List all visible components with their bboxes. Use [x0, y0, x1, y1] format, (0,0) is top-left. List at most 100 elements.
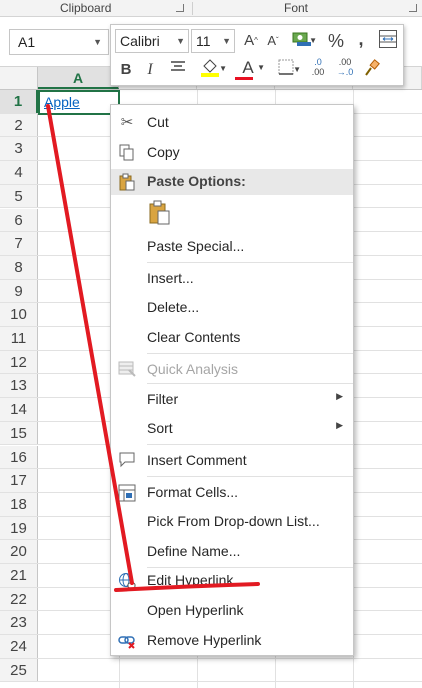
cell-a1-hyperlink[interactable]: Apple [44, 94, 80, 110]
menu-item-label: Sort [147, 420, 173, 436]
copy-icon [117, 144, 137, 162]
row-header[interactable]: 7 [0, 232, 38, 255]
font-size-value: 11 [196, 33, 211, 49]
row-header[interactable]: 9 [0, 279, 38, 303]
row-header[interactable]: 6 [0, 208, 38, 232]
row-header[interactable]: 14 [0, 398, 38, 421]
menu-item-label: Paste Special... [147, 238, 245, 254]
font-dialog-launcher-icon[interactable] [409, 4, 417, 12]
mini-toolbar: Calibri ▼ 11 ▼ A^ Aˇ ▼ % , B I ▼ A ▼ ▼ .… [110, 24, 404, 86]
menu-item-pick-from-list[interactable]: Pick From Drop-down List... [111, 509, 353, 535]
ribbon-group-labels: Clipboard Font [0, 0, 422, 17]
quick-analysis-icon [117, 361, 137, 379]
row-header[interactable]: 22 [0, 587, 38, 611]
percent-style-button[interactable]: % [325, 30, 347, 52]
menu-item-label: Filter [147, 391, 179, 407]
remove-link-icon [117, 632, 137, 650]
row-header[interactable]: 4 [0, 161, 38, 184]
borders-button[interactable]: ▼ [271, 59, 301, 81]
row-header[interactable]: 13 [0, 374, 38, 398]
select-all-corner[interactable] [0, 67, 38, 89]
font-color-letter: A [242, 58, 254, 77]
menu-item-insert-comment[interactable]: Insert Comment [111, 448, 353, 474]
row-header[interactable]: 21 [0, 564, 38, 587]
fill-color-button[interactable]: ▼ [193, 58, 227, 80]
row-header[interactable]: 11 [0, 327, 38, 350]
menu-item-label: Remove Hyperlink [147, 632, 262, 648]
align-center-button[interactable] [167, 59, 189, 81]
grow-font-label: A [244, 32, 255, 49]
borders-icon [278, 59, 294, 75]
chevron-down-icon[interactable]: ▼ [222, 30, 231, 52]
comment-icon [117, 452, 137, 470]
menu-item-label: Define Name... [147, 543, 241, 559]
row-header[interactable]: 20 [0, 540, 38, 563]
row-header[interactable]: 5 [0, 184, 38, 208]
row-header[interactable]: 2 [0, 113, 38, 137]
font-color-swatch [235, 77, 253, 80]
align-center-icon [171, 61, 185, 71]
row-header[interactable]: 1 [0, 90, 38, 113]
menu-item-paste-special[interactable]: Paste Special... [111, 234, 353, 260]
menu-item-delete[interactable]: Delete... [111, 295, 353, 321]
clipboard-dialog-launcher-icon[interactable] [176, 4, 184, 12]
italic-button[interactable]: I [141, 59, 159, 81]
menu-header-paste-options: Paste Options: [111, 169, 353, 195]
paste-option-paste[interactable] [111, 198, 353, 230]
row-header[interactable]: 15 [0, 421, 38, 445]
menu-item-define-name[interactable]: Define Name... [111, 539, 353, 565]
globe-link-icon [117, 572, 137, 590]
column-header-a[interactable]: A [38, 67, 119, 89]
font-color-button[interactable]: A ▼ [231, 57, 265, 80]
bold-button[interactable]: B [117, 59, 135, 81]
increase-decimal-top: .0 [314, 57, 322, 67]
chevron-down-icon[interactable]: ▼ [93, 30, 102, 54]
row-header[interactable]: 10 [0, 303, 38, 326]
row-header[interactable]: 24 [0, 635, 38, 658]
menu-item-edit-hyperlink[interactable]: Edit Hyperlink... [111, 568, 353, 594]
font-name-value: Calibri [120, 33, 160, 49]
menu-item-label: Quick Analysis [147, 361, 239, 377]
row-header[interactable]: 16 [0, 445, 38, 469]
font-group-label: Font [284, 1, 309, 15]
row-header[interactable]: 18 [0, 492, 38, 516]
menu-item-remove-hyperlink[interactable]: Remove Hyperlink [111, 628, 353, 654]
increase-decimal-button[interactable]: .0 .00 [307, 57, 329, 79]
comma-style-button[interactable]: , [353, 28, 369, 50]
menu-item-copy[interactable]: Copy [111, 140, 353, 166]
format-painter-button[interactable] [361, 59, 383, 81]
chevron-down-icon[interactable]: ▼ [176, 30, 185, 52]
shrink-font-button[interactable]: Aˇ [263, 30, 283, 52]
scissors-icon: ✂ [120, 114, 134, 131]
menu-item-open-hyperlink[interactable]: Open Hyperlink [111, 598, 353, 624]
font-name-box[interactable]: Calibri ▼ [115, 29, 189, 53]
grow-font-button[interactable]: A^ [241, 30, 261, 52]
increase-decimal-bottom: .00 [311, 67, 325, 77]
number-format-button[interactable]: ▼ [287, 30, 317, 52]
clipboard-group-label: Clipboard [60, 1, 112, 15]
format-table-button[interactable] [377, 29, 399, 51]
chevron-right-icon: ▶ [336, 391, 343, 401]
font-size-box[interactable]: 11 ▼ [191, 29, 235, 53]
menu-item-insert[interactable]: Insert... [111, 266, 353, 292]
row-header[interactable]: 23 [0, 611, 38, 635]
menu-item-sort[interactable]: Sort ▶ [111, 416, 353, 442]
menu-separator [147, 383, 353, 384]
row-header[interactable]: 19 [0, 516, 38, 540]
menu-item-cut[interactable]: ✂ Cut [111, 110, 353, 136]
row-header[interactable]: 17 [0, 469, 38, 492]
row-header[interactable]: 3 [0, 137, 38, 161]
menu-item-label: Clear Contents [147, 329, 241, 345]
decrease-decimal-button[interactable]: .00 →.0 [333, 57, 357, 79]
menu-item-label: Copy [147, 144, 180, 160]
name-box-value: A1 [18, 34, 36, 50]
menu-item-format-cells[interactable]: Format Cells... [111, 480, 353, 506]
menu-item-label: Delete... [147, 299, 200, 315]
menu-item-filter[interactable]: Filter ▶ [111, 387, 353, 413]
menu-item-clear-contents[interactable]: Clear Contents [111, 325, 353, 351]
name-box[interactable]: A1 ▼ [9, 29, 109, 55]
row-header[interactable]: 12 [0, 350, 38, 374]
row-header[interactable]: 25 [0, 658, 38, 682]
cell-a1[interactable]: Apple [38, 90, 120, 115]
row-header[interactable]: 8 [0, 255, 38, 279]
